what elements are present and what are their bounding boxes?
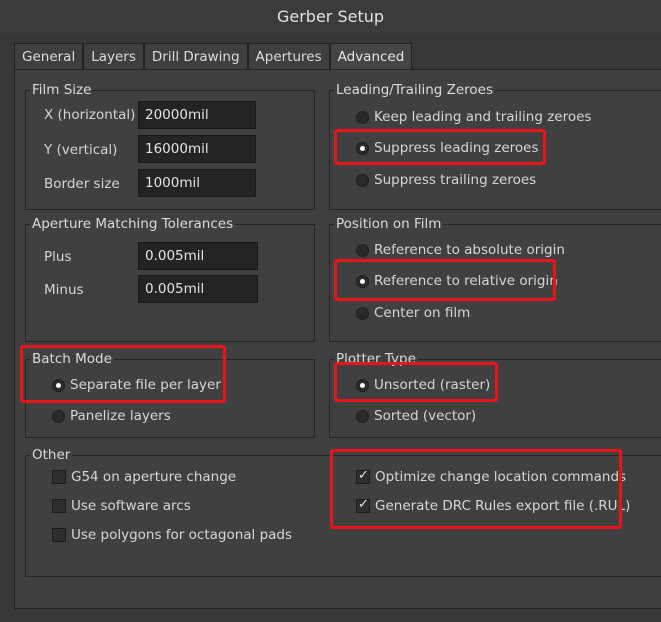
relative-origin-option[interactable]: Reference to relative origin xyxy=(356,271,558,291)
radio-icon xyxy=(356,409,369,423)
other-title: Other xyxy=(30,447,73,463)
radio-selected-icon xyxy=(356,274,369,288)
keep-zeroes-option[interactable]: Keep leading and trailing zeroes xyxy=(356,107,591,127)
x-input[interactable]: 20000mil xyxy=(138,101,256,129)
film-size-title: Film Size xyxy=(30,82,94,98)
other-group: Other G54 on aperture change Use softwar… xyxy=(25,447,661,577)
tab-drill-drawing[interactable]: Drill Drawing xyxy=(143,43,248,69)
minus-label: Minus xyxy=(44,282,84,298)
absolute-origin-option[interactable]: Reference to absolute origin xyxy=(356,240,565,260)
center-on-film-label: Center on film xyxy=(374,305,471,321)
checkbox-checked-icon xyxy=(356,497,370,513)
octagonal-pads-label: Use polygons for octagonal pads xyxy=(71,527,293,543)
checkbox-icon xyxy=(52,528,66,542)
checkbox-icon xyxy=(52,470,66,484)
octagonal-pads-option[interactable]: Use polygons for octagonal pads xyxy=(52,525,292,545)
radio-icon xyxy=(52,409,65,423)
checkbox-icon xyxy=(52,499,66,513)
separate-file-label: Separate file per layer xyxy=(70,377,221,393)
radio-selected-icon xyxy=(356,378,369,392)
y-label: Y (vertical) xyxy=(44,142,118,158)
radio-selected-icon xyxy=(356,141,369,155)
leading-trailing-group: Leading/Trailing Zeroes Keep leading and… xyxy=(329,82,661,210)
panelize-layers-option[interactable]: Panelize layers xyxy=(52,406,171,426)
panelize-layers-label: Panelize layers xyxy=(70,408,171,424)
position-on-film-group: Position on Film Reference to absolute o… xyxy=(329,216,661,342)
border-size-label: Border size xyxy=(44,176,120,192)
border-size-input[interactable]: 1000mil xyxy=(138,169,256,197)
suppress-leading-label: Suppress leading zeroes xyxy=(374,140,539,156)
software-arcs-option[interactable]: Use software arcs xyxy=(52,496,191,516)
radio-icon xyxy=(356,306,369,320)
absolute-origin-label: Reference to absolute origin xyxy=(374,242,565,258)
position-on-film-title: Position on Film xyxy=(334,216,444,232)
sorted-vector-label: Sorted (vector) xyxy=(374,408,477,424)
software-arcs-label: Use software arcs xyxy=(71,498,191,514)
sorted-vector-option[interactable]: Sorted (vector) xyxy=(356,406,476,426)
optimize-location-option[interactable]: Optimize change location commands xyxy=(356,467,626,487)
radio-icon xyxy=(356,110,369,124)
tab-general[interactable]: General xyxy=(14,43,84,69)
batch-mode-title: Batch Mode xyxy=(30,351,114,367)
minus-input[interactable]: 0.005mil xyxy=(138,275,258,303)
plus-label: Plus xyxy=(44,249,72,265)
optimize-location-label: Optimize change location commands xyxy=(375,469,627,485)
relative-origin-label: Reference to relative origin xyxy=(374,273,558,289)
radio-icon xyxy=(356,173,369,187)
plotter-type-group: Plotter Type Unsorted (raster) Sorted (v… xyxy=(329,351,661,438)
unsorted-raster-label: Unsorted (raster) xyxy=(374,377,491,393)
aperture-tolerances-title: Aperture Matching Tolerances xyxy=(30,216,236,232)
unsorted-raster-option[interactable]: Unsorted (raster) xyxy=(356,375,490,395)
separate-file-option[interactable]: Separate file per layer xyxy=(52,375,221,395)
g54-option[interactable]: G54 on aperture change xyxy=(52,467,236,487)
suppress-trailing-label: Suppress trailing zeroes xyxy=(374,172,537,188)
checkbox-checked-icon xyxy=(356,468,370,484)
leading-trailing-title: Leading/Trailing Zeroes xyxy=(334,82,496,98)
center-on-film-option[interactable]: Center on film xyxy=(356,303,470,323)
suppress-leading-option[interactable]: Suppress leading zeroes xyxy=(356,138,539,158)
tab-bar: General Layers Drill Drawing Apertures A… xyxy=(14,43,413,69)
radio-selected-icon xyxy=(52,378,65,392)
window-title: Gerber Setup xyxy=(276,7,385,26)
title-bar: Gerber Setup xyxy=(0,0,661,34)
tab-layers[interactable]: Layers xyxy=(83,43,144,69)
tab-apertures[interactable]: Apertures xyxy=(247,43,330,69)
keep-zeroes-label: Keep leading and trailing zeroes xyxy=(374,109,592,125)
x-label: X (horizontal) xyxy=(44,107,136,123)
advanced-panel: Film Size X (horizontal) 20000mil Y (ver… xyxy=(14,69,661,609)
y-input[interactable]: 16000mil xyxy=(138,135,256,163)
film-size-group: Film Size X (horizontal) 20000mil Y (ver… xyxy=(25,82,315,210)
g54-label: G54 on aperture change xyxy=(71,469,237,485)
suppress-trailing-option[interactable]: Suppress trailing zeroes xyxy=(356,170,536,190)
drc-export-label: Generate DRC Rules export file (.RUL) xyxy=(375,498,631,514)
drc-export-option[interactable]: Generate DRC Rules export file (.RUL) xyxy=(356,496,630,516)
aperture-tolerances-group: Aperture Matching Tolerances Plus 0.005m… xyxy=(25,216,315,342)
batch-mode-group: Batch Mode Separate file per layer Panel… xyxy=(25,351,315,438)
plus-input[interactable]: 0.005mil xyxy=(138,242,258,270)
tab-advanced[interactable]: Advanced xyxy=(329,43,413,69)
radio-icon xyxy=(356,243,369,257)
plotter-type-title: Plotter Type xyxy=(334,351,418,367)
